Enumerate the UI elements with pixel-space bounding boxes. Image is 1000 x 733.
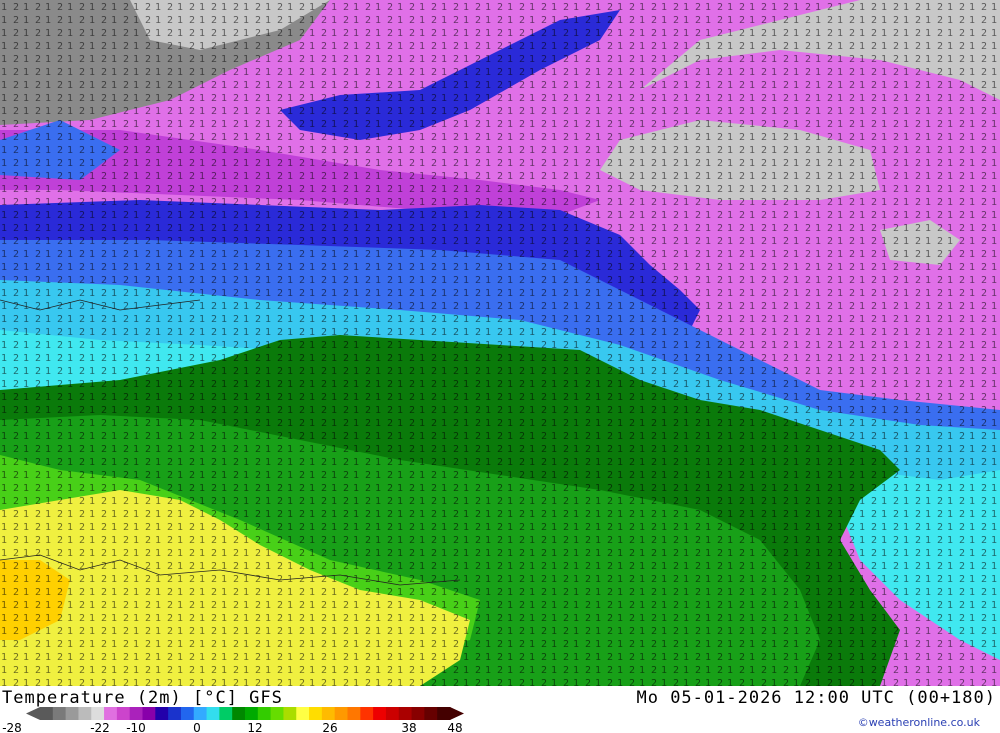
legend-swatch [360,707,374,720]
legend-tick-label: -22 [90,721,110,733]
legend-swatch [270,707,284,720]
footer-bar: Temperature (2m) [°C] GFS Mo 05-01-2026 … [0,686,1000,733]
legend-swatch [309,707,323,720]
legend-swatch [232,707,246,720]
legend-swatch [65,707,79,720]
legend-swatch [52,707,67,720]
legend-swatch [180,707,195,720]
map-timestamp: Mo 05-01-2026 12:00 UTC (00+180) [636,688,996,708]
legend-swatch [40,707,54,720]
legend-tick-label: 26 [322,721,337,733]
legend-swatch [104,707,118,720]
value-grid-overlay [0,0,1000,686]
legend-tick-label: -10 [126,721,146,733]
legend-swatch [296,707,310,720]
temperature-map: 1 2 [0,0,1000,686]
legend-swatch [411,707,425,720]
legend-swatch [116,707,131,720]
legend-tick-label: 48 [447,721,462,733]
legend-swatch [219,707,233,720]
legend-swatch [321,707,336,720]
color-legend: -28 -22 -10 0 12 26 38 48 [2,707,464,733]
legend-swatch [257,707,272,720]
credit-link[interactable]: ©weatheronline.co.uk [858,716,980,729]
legend-swatch [283,707,297,720]
legend-swatch [78,707,92,720]
legend-swatch [347,707,361,720]
legend-arrow-left [26,707,40,720]
legend-swatch [168,707,182,720]
legend-tick-label: 12 [247,721,262,733]
legend-swatch [398,707,413,720]
legend-swatch [334,707,348,720]
legend-swatch [373,707,387,720]
legend-swatch [155,707,169,720]
legend-swatch [437,707,451,720]
legend-swatch [385,707,400,720]
legend-swatch [193,707,208,720]
legend-swatch [245,707,259,720]
legend-swatch [424,707,438,720]
legend-swatch [129,707,143,720]
legend-tick-label: 38 [401,721,416,733]
legend-tick-label: 0 [193,721,201,733]
legend-tick-label: -28 [2,721,22,733]
legend-swatch [91,707,105,720]
legend-swatch [142,707,156,720]
legend-swatch [206,707,220,720]
map-title: Temperature (2m) [°C] GFS [2,688,283,708]
legend-arrow-right [450,707,464,720]
